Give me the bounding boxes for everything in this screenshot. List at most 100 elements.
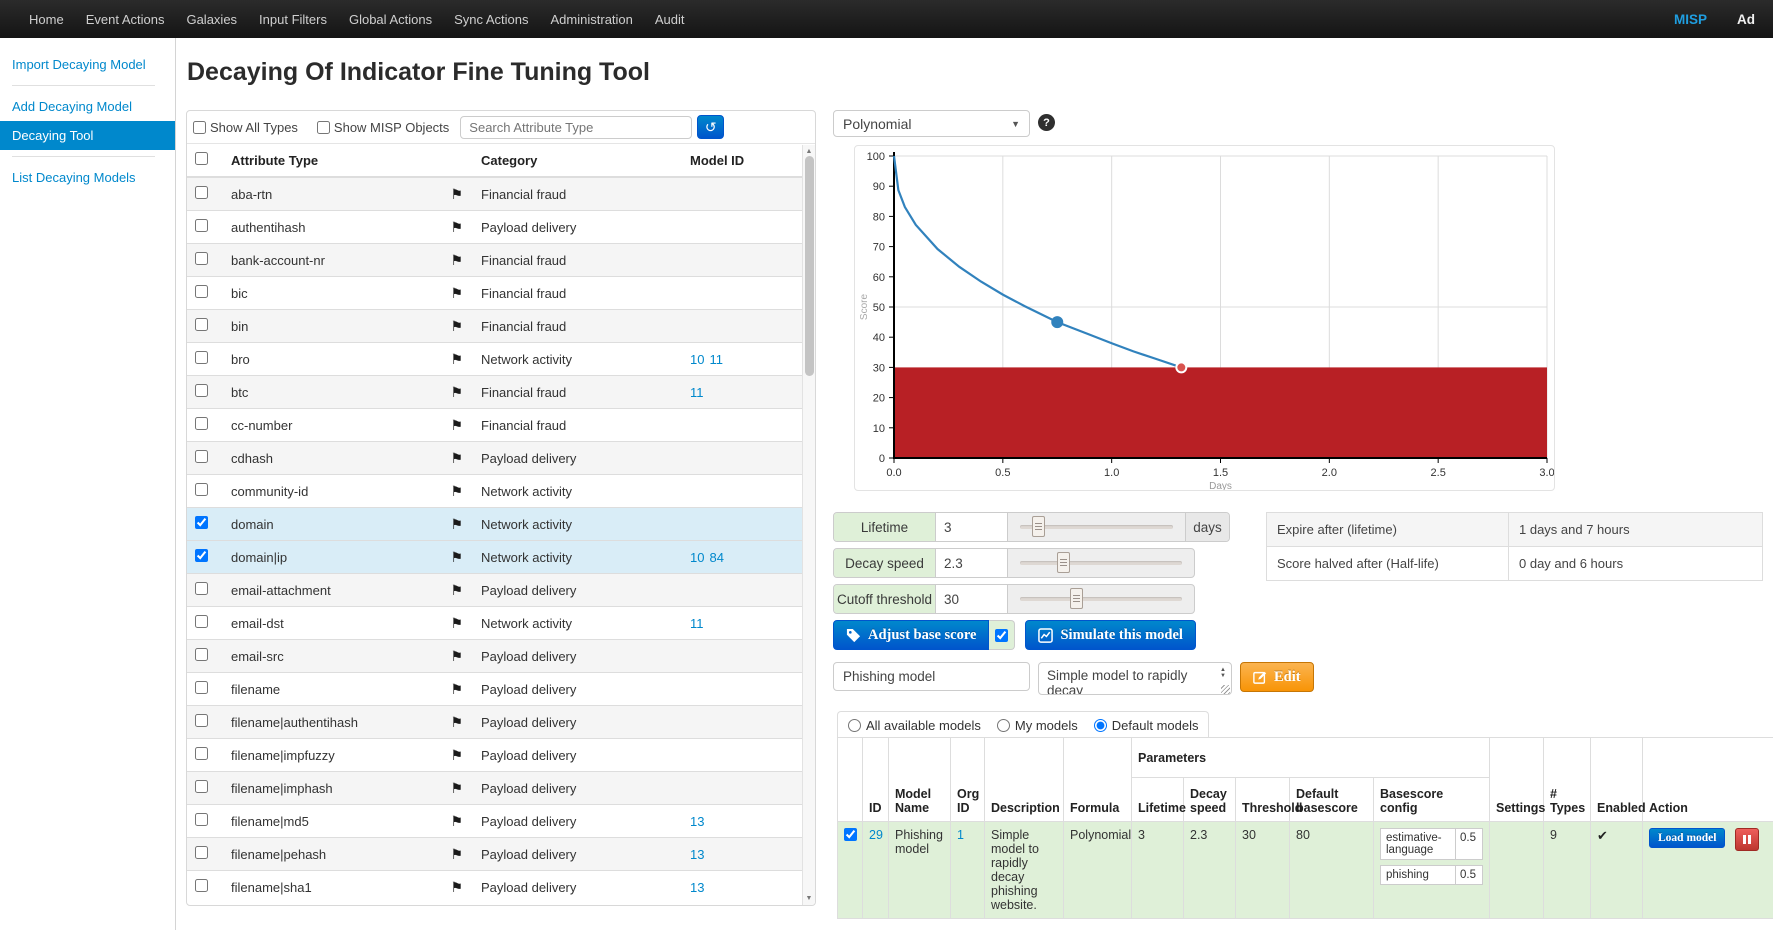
attribute-row-checkbox[interactable] — [195, 351, 208, 364]
nav-item-event-actions[interactable]: Event Actions — [75, 12, 176, 27]
attribute-row-checkbox[interactable] — [195, 615, 208, 628]
model-name-input[interactable] — [833, 662, 1030, 691]
simulate-model-button[interactable]: Simulate this model — [1025, 620, 1195, 650]
attribute-row[interactable]: cdhash⚑Payload delivery — [187, 442, 803, 475]
attribute-row-checkbox[interactable] — [195, 186, 208, 199]
attribute-row-checkbox[interactable] — [195, 714, 208, 727]
adjust-base-score-button[interactable]: Adjust base score — [833, 620, 989, 650]
model-id-link[interactable]: 29 — [869, 828, 883, 842]
show-misp-objects-checkbox[interactable] — [317, 121, 330, 134]
attribute-row-checkbox[interactable] — [195, 846, 208, 859]
attribute-row-checkbox[interactable] — [195, 681, 208, 694]
slider-value-input[interactable]: 3 — [936, 513, 1008, 541]
slider-handle[interactable] — [1070, 588, 1083, 609]
model-row-checkbox[interactable] — [844, 828, 857, 841]
attribute-row-checkbox[interactable] — [195, 417, 208, 430]
attribute-row[interactable]: filename|pehash⚑Payload delivery13 — [187, 838, 803, 871]
misp-brand-link[interactable]: MISP — [1674, 12, 1707, 27]
model-id-link[interactable]: 13 — [690, 880, 704, 895]
nav-item-global-actions[interactable]: Global Actions — [338, 12, 443, 27]
attribute-row-checkbox[interactable] — [195, 318, 208, 331]
model-id-link[interactable]: 84 — [709, 550, 723, 565]
attribute-row-checkbox[interactable] — [195, 516, 208, 529]
attribute-row-checkbox[interactable] — [195, 483, 208, 496]
nav-item-input-filters[interactable]: Input Filters — [248, 12, 338, 27]
model-tab-radio[interactable] — [1094, 719, 1107, 732]
nav-item-administration[interactable]: Administration — [540, 12, 644, 27]
attribute-row[interactable]: bro⚑Network activity1011 — [187, 343, 803, 376]
attribute-row[interactable]: email-src⚑Payload delivery — [187, 640, 803, 673]
attribute-row-checkbox[interactable] — [195, 252, 208, 265]
attribute-row[interactable]: community-id⚑Network activity — [187, 475, 803, 508]
attribute-row-checkbox[interactable] — [195, 549, 208, 562]
model-id-link[interactable]: 11 — [709, 352, 723, 367]
attribute-row[interactable]: bin⚑Financial fraud — [187, 310, 803, 343]
user-menu[interactable]: Ad — [1737, 12, 1755, 27]
decay-chart[interactable]: 01020304050607080901000.00.51.01.52.02.5… — [855, 146, 1554, 490]
attribute-row[interactable]: cc-number⚑Financial fraud — [187, 409, 803, 442]
nav-item-sync-actions[interactable]: Sync Actions — [443, 12, 539, 27]
slider-value-input[interactable]: 30 — [936, 585, 1008, 613]
attribute-row-checkbox[interactable] — [195, 780, 208, 793]
attribute-row[interactable]: email-dst⚑Network activity11 — [187, 607, 803, 640]
nav-item-audit[interactable]: Audit — [644, 12, 696, 27]
help-icon[interactable]: ? — [1038, 114, 1055, 131]
attribute-row[interactable]: domain⚑Network activity — [187, 508, 803, 541]
model-tab-radio[interactable] — [848, 719, 861, 732]
attribute-row[interactable]: aba-rtn⚑Financial fraud — [187, 177, 803, 211]
model-id-link[interactable]: 10 — [690, 550, 704, 565]
load-model-button[interactable]: Load model — [1649, 828, 1725, 848]
show-misp-objects-option[interactable]: Show MISP Objects — [317, 120, 449, 135]
model-tab-radio[interactable] — [997, 719, 1010, 732]
model-description-textarea[interactable]: Simple model to rapidly decay — [1038, 662, 1232, 695]
nav-item-galaxies[interactable]: Galaxies — [175, 12, 248, 27]
model-id-link[interactable]: 10 — [690, 352, 704, 367]
model-row-phishing[interactable]: 29 Phishing model 1 Simple model to rapi… — [838, 822, 1773, 919]
model-id-link[interactable]: 13 — [690, 847, 704, 862]
attribute-row-checkbox[interactable] — [195, 582, 208, 595]
attribute-row[interactable]: filename|md5⚑Payload delivery13 — [187, 805, 803, 838]
org-id-link[interactable]: 1 — [957, 828, 964, 842]
sidebar-item-import-decaying-model[interactable]: Import Decaying Model — [0, 50, 175, 79]
model-tab-default-models[interactable]: Default models — [1094, 718, 1199, 733]
attribute-row[interactable]: filename|impfuzzy⚑Payload delivery — [187, 739, 803, 772]
sidebar-item-list-decaying-models[interactable]: List Decaying Models — [0, 163, 175, 192]
scroll-down-icon[interactable]: ▼ — [803, 892, 815, 905]
attribute-row[interactable]: filename|imphash⚑Payload delivery — [187, 772, 803, 805]
slider-track[interactable] — [1008, 513, 1185, 541]
attribute-row[interactable]: email-attachment⚑Payload delivery — [187, 574, 803, 607]
adjust-base-score-checkbox[interactable] — [995, 629, 1008, 642]
attribute-row-checkbox[interactable] — [195, 648, 208, 661]
reset-filter-button[interactable]: ↺ — [697, 115, 724, 139]
slider-value-input[interactable]: 2.3 — [936, 549, 1008, 577]
nav-item-home[interactable]: Home — [18, 12, 75, 27]
show-all-types-checkbox[interactable] — [193, 121, 206, 134]
show-all-types-option[interactable]: Show All Types — [193, 120, 298, 135]
scrollbar-thumb[interactable] — [805, 156, 814, 376]
attribute-row-checkbox[interactable] — [195, 747, 208, 760]
model-tab-my-models[interactable]: My models — [997, 718, 1078, 733]
attribute-row-checkbox[interactable] — [195, 285, 208, 298]
sidebar-item-add-decaying-model[interactable]: Add Decaying Model — [0, 92, 175, 121]
attribute-row[interactable]: bank-account-nr⚑Financial fraud — [187, 244, 803, 277]
attribute-row[interactable]: filename|sha1⚑Payload delivery13 — [187, 871, 803, 904]
slider-handle[interactable] — [1032, 516, 1045, 537]
model-id-link[interactable]: 11 — [690, 616, 704, 631]
attribute-row-checkbox[interactable] — [195, 384, 208, 397]
attribute-row[interactable]: filename|authentihash⚑Payload delivery — [187, 706, 803, 739]
formula-select[interactable]: Polynomial ▼ — [833, 110, 1030, 137]
attribute-row-checkbox[interactable] — [195, 813, 208, 826]
pause-model-button[interactable] — [1735, 828, 1759, 851]
attribute-row-checkbox[interactable] — [195, 879, 208, 892]
table-scrollbar[interactable]: ▲ ▼ — [802, 145, 815, 905]
model-tab-all-available-models[interactable]: All available models — [848, 718, 981, 733]
search-attribute-input[interactable] — [460, 116, 692, 139]
attribute-row[interactable]: bic⚑Financial fraud — [187, 277, 803, 310]
model-id-link[interactable]: 11 — [690, 385, 704, 400]
attribute-row[interactable]: domain|ip⚑Network activity1084 — [187, 541, 803, 574]
attribute-row[interactable]: filename⚑Payload delivery — [187, 673, 803, 706]
model-id-link[interactable]: 13 — [690, 814, 704, 829]
slider-track[interactable] — [1008, 585, 1194, 613]
sidebar-item-decaying-tool[interactable]: Decaying Tool — [0, 121, 175, 150]
edit-model-button[interactable]: Edit — [1240, 662, 1314, 692]
